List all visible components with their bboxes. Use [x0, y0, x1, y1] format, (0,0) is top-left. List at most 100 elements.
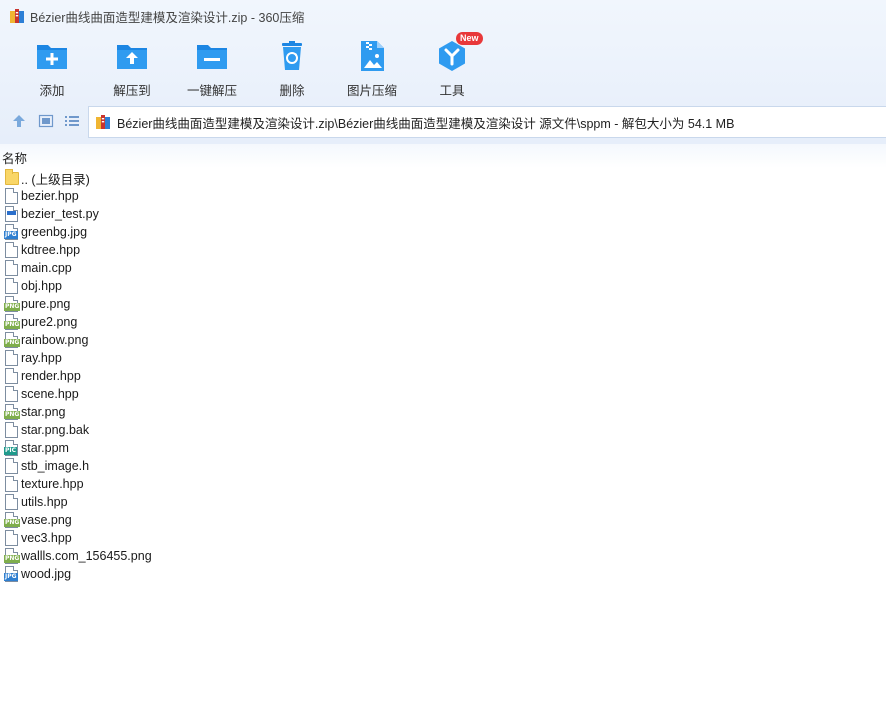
- file-name: kdtree.hpp: [21, 243, 81, 257]
- column-name-header[interactable]: 名称: [2, 148, 27, 167]
- file-name: star.png: [21, 405, 66, 419]
- file-row[interactable]: JPG wood.jpg: [0, 565, 886, 583]
- file-row[interactable]: texture.hpp: [0, 475, 886, 493]
- path-text: Bézier曲线曲面造型建模及渲染设计.zip\Bézier曲线曲面造型建模及渲…: [117, 116, 735, 131]
- file-name: bezier.hpp: [21, 189, 79, 203]
- delete-button[interactable]: 删除: [252, 38, 332, 100]
- new-badge: New: [456, 32, 483, 45]
- file-row[interactable]: PNG vase.png: [0, 511, 886, 529]
- file-name: wallls.com_156455.png: [21, 549, 152, 563]
- document-file-icon: [4, 368, 19, 384]
- file-row[interactable]: kdtree.hpp: [0, 241, 886, 259]
- extract-to-button[interactable]: 解压到: [92, 38, 172, 100]
- column-header: 名称: [0, 144, 886, 168]
- folder-icon: [4, 169, 19, 186]
- png-file-icon: PNG: [4, 314, 21, 330]
- document-file-icon: [4, 278, 19, 294]
- address-bar: Bézier曲线曲面造型建模及渲染设计.zip\Bézier曲线曲面造型建模及渲…: [0, 104, 886, 138]
- file-name: wood.jpg: [21, 567, 72, 581]
- png-file-icon: PNG: [4, 404, 21, 420]
- pic-file-icon: PIC: [4, 440, 19, 456]
- up-arrow-icon[interactable]: [11, 113, 27, 129]
- recycle-bin-icon: [275, 39, 309, 73]
- thumbnail-view-icon[interactable]: [38, 113, 54, 129]
- file-row[interactable]: bezier.hpp: [0, 187, 886, 205]
- jpg-file-icon: JPG: [4, 224, 19, 240]
- add-folder-icon: [35, 39, 69, 73]
- document-file-icon: [4, 386, 19, 402]
- document-file-icon: [4, 260, 19, 276]
- file-row[interactable]: PNG pure.png: [0, 295, 886, 313]
- file-name: vase.png: [21, 513, 72, 527]
- tools-label: 工具: [439, 84, 465, 98]
- file-row[interactable]: PNG star.png: [0, 403, 886, 421]
- document-file-icon: [4, 494, 19, 510]
- list-view-icon[interactable]: [64, 113, 80, 129]
- document-file-icon: [4, 350, 19, 366]
- file-name: vec3.hpp: [21, 531, 72, 545]
- file-name: .. (上级目录): [21, 172, 90, 187]
- add-label: 添加: [39, 84, 65, 98]
- file-name: main.cpp: [21, 261, 72, 275]
- file-name: rainbow.png: [21, 333, 89, 347]
- png-file-icon: PNG: [4, 548, 21, 564]
- extract-to-icon: [115, 39, 149, 73]
- window-title: Bézier曲线曲面造型建模及渲染设计.zip - 360压缩: [30, 10, 305, 25]
- png-file-icon: PNG: [4, 296, 21, 312]
- one-click-extract-label: 一键解压: [186, 84, 237, 98]
- file-name: stb_image.h: [21, 459, 90, 473]
- file-row[interactable]: obj.hpp: [0, 277, 886, 295]
- file-name: pure2.png: [21, 315, 78, 329]
- file-row[interactable]: ray.hpp: [0, 349, 886, 367]
- file-name: greenbg.jpg: [21, 225, 88, 239]
- file-name: bezier_test.py: [21, 207, 99, 221]
- document-file-icon: [4, 188, 19, 204]
- delete-label: 删除: [279, 84, 305, 98]
- extract-to-label: 解压到: [113, 84, 151, 98]
- image-compress-icon: [355, 39, 389, 73]
- python-file-icon: [4, 206, 19, 222]
- file-name: scene.hpp: [21, 387, 79, 401]
- one-click-extract-button[interactable]: 一键解压: [172, 38, 252, 100]
- file-row[interactable]: scene.hpp: [0, 385, 886, 403]
- file-row[interactable]: vec3.hpp: [0, 529, 886, 547]
- parent-directory-row[interactable]: .. (上级目录): [0, 169, 886, 187]
- file-row[interactable]: main.cpp: [0, 259, 886, 277]
- path-field[interactable]: Bézier曲线曲面造型建模及渲染设计.zip\Bézier曲线曲面造型建模及渲…: [88, 106, 886, 138]
- archive-app-icon: [9, 8, 25, 24]
- file-name: render.hpp: [21, 369, 81, 383]
- file-row[interactable]: utils.hpp: [0, 493, 886, 511]
- document-file-icon: [4, 422, 19, 438]
- file-name: obj.hpp: [21, 279, 63, 293]
- file-row[interactable]: render.hpp: [0, 367, 886, 385]
- file-list: .. (上级目录) bezier.hpp bezier_test.py JPG gree…: [0, 169, 886, 583]
- file-row[interactable]: PIC star.ppm: [0, 439, 886, 457]
- png-file-icon: PNG: [4, 332, 21, 348]
- file-name: texture.hpp: [21, 477, 84, 491]
- file-row[interactable]: JPG greenbg.jpg: [0, 223, 886, 241]
- document-file-icon: [4, 242, 19, 258]
- tools-button[interactable]: New 工具: [412, 32, 492, 100]
- png-file-icon: PNG: [4, 512, 21, 528]
- file-row[interactable]: PNG pure2.png: [0, 313, 886, 331]
- document-file-icon: [4, 458, 19, 474]
- toolbar: 添加 解压到 一键解压 删除 图片压缩 New 工具: [12, 32, 492, 100]
- file-name: utils.hpp: [21, 495, 68, 509]
- image-compress-label: 图片压缩: [346, 84, 397, 98]
- jpg-file-icon: JPG: [4, 566, 19, 582]
- file-row[interactable]: PNG rainbow.png: [0, 331, 886, 349]
- image-compress-button[interactable]: 图片压缩: [332, 38, 412, 100]
- file-row[interactable]: star.png.bak: [0, 421, 886, 439]
- file-name: pure.png: [21, 297, 71, 311]
- title-bar: Bézier曲线曲面造型建模及渲染设计.zip - 360压缩: [0, 0, 886, 32]
- document-file-icon: [4, 476, 19, 492]
- add-button[interactable]: 添加: [12, 38, 92, 100]
- one-click-extract-icon: [195, 39, 229, 73]
- file-row[interactable]: PNG wallls.com_156455.png: [0, 547, 886, 565]
- file-name: star.png.bak: [21, 423, 90, 437]
- document-file-icon: [4, 530, 19, 546]
- file-row[interactable]: stb_image.h: [0, 457, 886, 475]
- archive-path-icon: [95, 114, 111, 130]
- file-name: ray.hpp: [21, 351, 62, 365]
- file-row[interactable]: bezier_test.py: [0, 205, 886, 223]
